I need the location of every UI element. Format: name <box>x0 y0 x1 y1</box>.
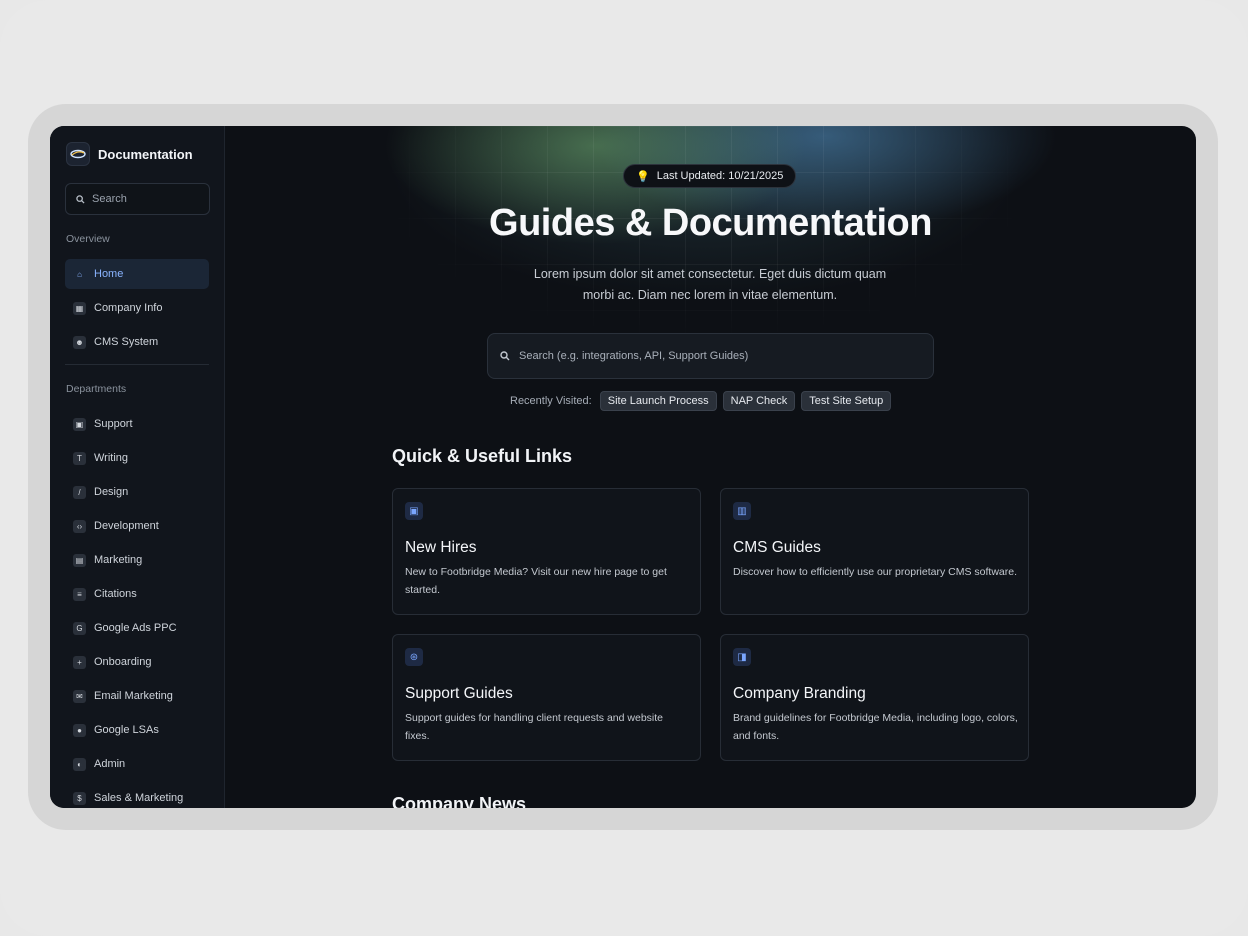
sidebar-item-home[interactable]: ⌂ Home <box>65 259 209 289</box>
sidebar-item-label: Citations <box>94 588 137 600</box>
company-news-title: Company News <box>392 794 527 808</box>
search-icon <box>76 194 85 204</box>
card-description: New to Footbridge Media? Visit our new h… <box>405 566 667 596</box>
lifebuoy-icon: ⊛ <box>405 648 423 666</box>
overview-nav: ⌂ Home ▦ Company Info ☻ CMS System <box>65 259 209 357</box>
sidebar-item-google-ads-ppc[interactable]: G Google Ads PPC <box>65 613 209 643</box>
sidebar-item-label: Support <box>94 418 133 430</box>
sidebar-item-support[interactable]: ▣ Support <box>65 409 209 439</box>
sidebar-item-admin[interactable]: ◐ Admin <box>65 749 209 779</box>
overview-label: Overview <box>66 233 110 245</box>
admin-icon: ◐ <box>73 757 86 771</box>
departments-label: Departments <box>66 383 127 395</box>
building-icon: ▦ <box>73 301 86 315</box>
sidebar-item-email-marketing[interactable]: ✉ Email Marketing <box>65 681 209 711</box>
sidebar-item-label: CMS System <box>94 336 159 348</box>
hero-grid <box>225 126 1196 366</box>
card-description: Brand guidelines for Footbridge Media, i… <box>733 712 1018 742</box>
page-subtitle: Lorem ipsum dolor sit amet consectetur. … <box>533 267 887 302</box>
main-content: 💡 Last Updated: 10/21/2025 Guides & Docu… <box>225 126 1196 808</box>
text-icon: T <box>73 451 86 465</box>
sidebar-item-google-lsas[interactable]: ● Google LSAs <box>65 715 209 745</box>
sidebar-divider <box>65 364 209 365</box>
sidebar-item-company-info[interactable]: ▦ Company Info <box>65 293 209 323</box>
person-add-icon: + <box>73 655 86 669</box>
sidebar-item-label: Google LSAs <box>94 724 159 736</box>
card-company-branding[interactable]: ◨ Company Branding Brand guidelines for … <box>720 634 1029 761</box>
departments-nav: ▣ Support T Writing / Design ‹› Development … <box>65 409 209 808</box>
sidebar-item-label: Writing <box>94 452 129 464</box>
sidebar-item-marketing[interactable]: ▤ Marketing <box>65 545 209 575</box>
sidebar-item-design[interactable]: / Design <box>65 477 209 507</box>
recent-chip[interactable]: Site Launch Process <box>599 391 717 411</box>
sidebar-item-label: Home <box>94 268 124 280</box>
recent-chip[interactable]: Test Site Setup <box>801 391 892 411</box>
sidebar-item-label: Email Marketing <box>94 690 173 702</box>
support-icon: ▣ <box>73 417 86 431</box>
quick-links-grid: ▣ New Hires New to Footbridge Media? Vis… <box>392 488 1029 761</box>
sidebar-item-label: Design <box>94 486 129 498</box>
sidebar-item-development[interactable]: ‹› Development <box>65 511 209 541</box>
badge-icon: ▣ <box>405 502 423 520</box>
card-description: Discover how to efficiently use our prop… <box>733 566 1018 578</box>
sidebar-item-label: Company Info <box>94 302 163 314</box>
sidebar-item-writing[interactable]: T Writing <box>65 443 209 473</box>
sidebar-item-cms-system[interactable]: ☻ CMS System <box>65 327 209 357</box>
sidebar-item-label: Sales & Marketing <box>94 792 184 804</box>
sidebar-search-input[interactable]: Search <box>65 183 210 215</box>
brand-window-icon: ◨ <box>733 648 751 666</box>
recent-chip[interactable]: NAP Check <box>722 391 796 411</box>
last-updated-badge: 💡 Last Updated: 10/21/2025 <box>623 164 797 188</box>
last-updated-text: Last Updated: 10/21/2025 <box>656 170 784 182</box>
recently-visited: Recently Visited: Site Launch Process NA… <box>510 390 892 412</box>
card-title: Company Branding <box>733 685 866 702</box>
brand[interactable]: Documentation <box>66 142 209 166</box>
sidebar-item-label: Onboarding <box>94 656 152 668</box>
sidebar-item-sales-marketing[interactable]: $ Sales & Marketing <box>65 783 209 808</box>
dollar-icon: $ <box>73 791 86 805</box>
page-title: Guides & Documentation <box>489 202 932 244</box>
brand-title: Documentation <box>98 146 193 162</box>
sidebar-item-onboarding[interactable]: + Onboarding <box>65 647 209 677</box>
users-icon: ☻ <box>73 335 86 349</box>
google-icon: G <box>73 621 86 635</box>
sidebar-item-label: Development <box>94 520 159 532</box>
sidebar-item-label: Google Ads PPC <box>94 622 177 634</box>
dashboard-icon: ▥ <box>733 502 751 520</box>
main-search-placeholder: Search (e.g. integrations, API, Support … <box>519 350 749 362</box>
card-cms-guides[interactable]: ▥ CMS Guides Discover how to efficiently… <box>720 488 1029 615</box>
card-title: Support Guides <box>405 685 513 702</box>
card-title: CMS Guides <box>733 539 821 556</box>
sidebar-item-label: Marketing <box>94 554 143 566</box>
recently-visited-label: Recently Visited: <box>510 395 592 407</box>
app-window: Documentation Search Overview ⌂ Home ▦ C… <box>50 126 1196 808</box>
lightbulb-icon: 💡 <box>636 170 650 183</box>
quick-links-title: Quick & Useful Links <box>392 446 573 466</box>
card-description: Support guides for handling client reque… <box>405 712 663 742</box>
document-icon: ≡ <box>73 587 86 601</box>
search-icon <box>500 351 510 361</box>
mail-icon: ✉ <box>73 689 86 703</box>
card-title: New Hires <box>405 539 477 556</box>
id-card-icon: ▤ <box>73 553 86 567</box>
home-icon: ⌂ <box>77 269 82 279</box>
brush-icon: / <box>73 485 86 499</box>
card-new-hires[interactable]: ▣ New Hires New to Footbridge Media? Vis… <box>392 488 701 615</box>
location-pin-icon: ● <box>73 723 86 737</box>
card-support-guides[interactable]: ⊛ Support Guides Support guides for hand… <box>392 634 701 761</box>
logo-icon <box>66 142 90 166</box>
sidebar-item-citations[interactable]: ≡ Citations <box>65 579 209 609</box>
sidebar: Documentation Search Overview ⌂ Home ▦ C… <box>50 126 225 808</box>
sidebar-item-label: Admin <box>94 758 126 770</box>
sidebar-search-placeholder: Search <box>92 193 127 205</box>
code-icon: ‹› <box>73 519 86 533</box>
main-search-input[interactable]: Search (e.g. integrations, API, Support … <box>487 333 934 379</box>
